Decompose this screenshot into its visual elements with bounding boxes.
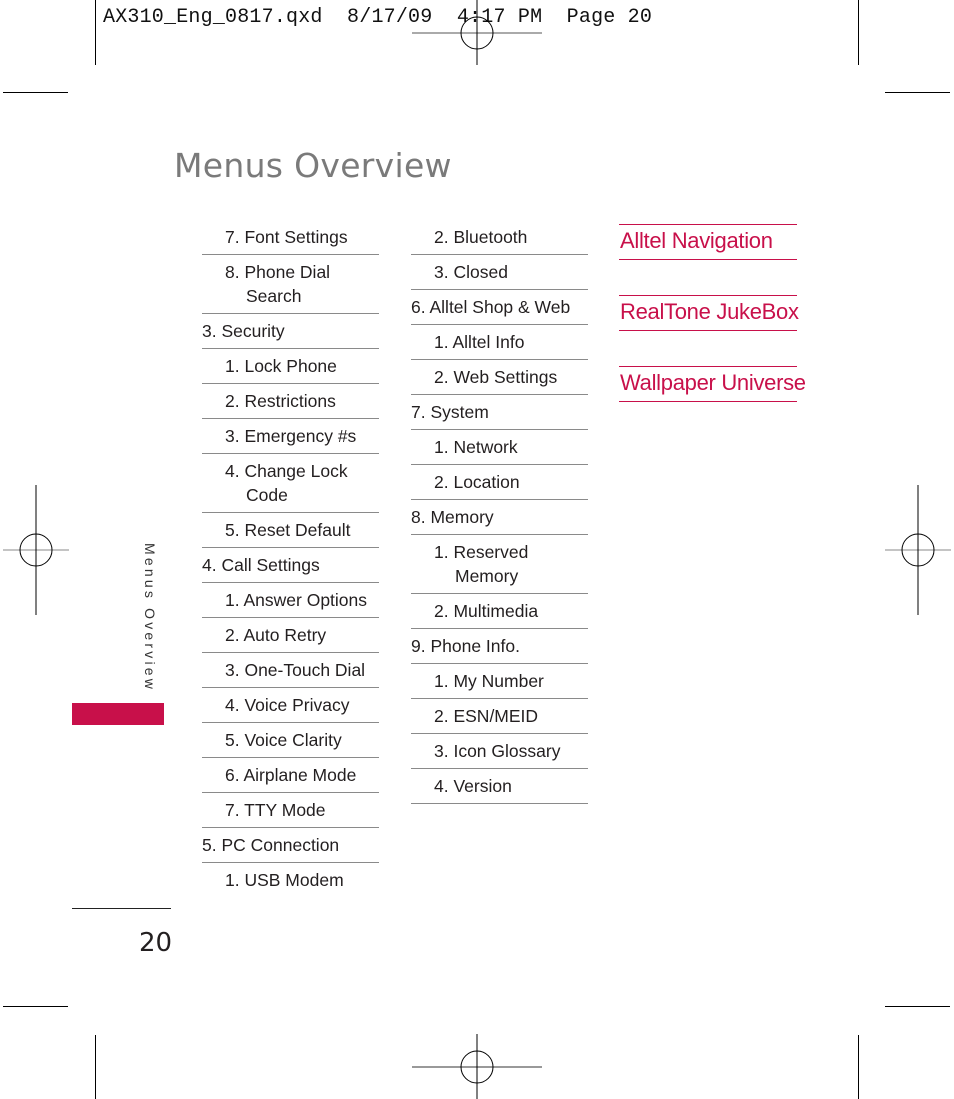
- menu-item-label: 5. Voice Clarity: [225, 730, 342, 750]
- menu-item-label: 2. Web Settings: [434, 367, 558, 387]
- crop-mark: [858, 1035, 859, 1099]
- menu-item: 2. Restrictions: [202, 384, 379, 419]
- printer-slug: AX310_Eng_0817.qxd 8/17/09 4:17 PM Page …: [103, 6, 653, 29]
- menu-item-label-continued: Memory: [455, 566, 519, 586]
- menu-item: 1. Network: [411, 430, 588, 465]
- menu-item: 2. Auto Retry: [202, 618, 379, 653]
- registration-mark-left: [3, 485, 69, 615]
- menu-item: 6. Alltel Shop & Web: [411, 290, 588, 325]
- menu-item: 3. One-Touch Dial: [202, 653, 379, 688]
- menu-item-label: 4. Change Lock: [225, 461, 348, 481]
- menu-item: 2. Web Settings: [411, 360, 588, 395]
- menu-item: 9. Phone Info.: [411, 629, 588, 664]
- menu-item: 3. Icon Glossary: [411, 734, 588, 769]
- menu-item-label: 1. Alltel Info: [434, 332, 525, 352]
- registration-mark-right: [885, 485, 951, 615]
- menu-item-label: 6. Airplane Mode: [225, 765, 357, 785]
- menu-item-label: 5. PC Connection: [202, 835, 340, 855]
- page-title: Menus Overview: [174, 146, 452, 185]
- footer-rule: [72, 908, 171, 909]
- menu-item-label: 4. Voice Privacy: [225, 695, 350, 715]
- menu-item-label: 8. Phone Dial: [225, 262, 331, 282]
- registration-mark-bottom: [412, 1034, 542, 1099]
- menu-item: 4. Version: [411, 769, 588, 804]
- menu-item-label: 5. Reset Default: [225, 520, 351, 540]
- menu-item: 2. Location: [411, 465, 588, 500]
- menu-item-label: 8. Memory: [411, 507, 494, 527]
- menu-item-label: 1. Network: [434, 437, 518, 457]
- menu-item: 3. Security: [202, 314, 379, 349]
- menu-item: 1. My Number: [411, 664, 588, 699]
- menu-item: 8. Memory: [411, 500, 588, 535]
- crop-mark: [95, 1035, 96, 1099]
- menu-item: 4. Call Settings: [202, 548, 379, 583]
- menu-item: 1. USB Modem: [202, 863, 379, 897]
- menu-item-label: 1. Lock Phone: [225, 356, 337, 376]
- menu-item-label: 2. Auto Retry: [225, 625, 327, 645]
- menu-item: 4. Voice Privacy: [202, 688, 379, 723]
- menu-item: 1. Answer Options: [202, 583, 379, 618]
- menu-item: 1. Lock Phone: [202, 349, 379, 384]
- menu-item-label: 2. Multimedia: [434, 601, 539, 621]
- menu-item-label: 2. Bluetooth: [434, 227, 528, 247]
- app-alltel-navigation: Alltel Navigation: [619, 224, 797, 260]
- menu-item-label: 6. Alltel Shop & Web: [411, 297, 571, 317]
- menu-item: 7. TTY Mode: [202, 793, 379, 828]
- menu-item: 1. Alltel Info: [411, 325, 588, 360]
- menu-item-label: 1. USB Modem: [225, 870, 344, 890]
- menu-item: 5. PC Connection: [202, 828, 379, 863]
- page-number: 20: [139, 928, 173, 958]
- menu-item: 6. Airplane Mode: [202, 758, 379, 793]
- menu-item-label: 3. Icon Glossary: [434, 741, 561, 761]
- menu-item-label: 7. TTY Mode: [225, 800, 326, 820]
- menu-item-label: 7. Font Settings: [225, 227, 348, 247]
- menu-item: 2. Bluetooth: [411, 220, 588, 255]
- menu-item-label: 3. Security: [202, 321, 285, 341]
- menu-item-label: 2. ESN/MEID: [434, 706, 539, 726]
- crop-mark: [885, 92, 950, 93]
- menu-item-label: 3. One-Touch Dial: [225, 660, 366, 680]
- menu-item: 2. ESN/MEID: [411, 699, 588, 734]
- menu-item-label: 2. Location: [434, 472, 520, 492]
- menu-item: 4. Change Lock Code: [202, 454, 379, 513]
- menu-item: 7. System: [411, 395, 588, 430]
- menu-item-label: 1. My Number: [434, 671, 544, 691]
- app-wallpaper-universe: Wallpaper Universe: [619, 366, 806, 402]
- crop-mark: [95, 0, 96, 65]
- apps-list: Alltel Navigation RealTone JukeBox Wallp…: [619, 224, 806, 437]
- crop-mark: [858, 0, 859, 65]
- menu-item-label-continued: Code: [246, 485, 288, 505]
- menu-item-label: 4. Version: [434, 776, 512, 796]
- registration-mark-top: [412, 0, 542, 65]
- crop-mark: [3, 92, 68, 93]
- section-tab-marker: [72, 703, 164, 725]
- menu-column-2: 2. Bluetooth 3. Closed 6. Alltel Shop & We…: [411, 220, 588, 804]
- menu-item-label: 4. Call Settings: [202, 555, 320, 575]
- menu-item-label-continued: Search: [246, 286, 302, 306]
- menu-item: 7. Font Settings: [202, 220, 379, 255]
- menu-item-label: 2. Restrictions: [225, 391, 336, 411]
- menu-column-1: 7. Font Settings 8. Phone Dial Search 3. Se…: [202, 220, 379, 897]
- menu-item: 5. Reset Default: [202, 513, 379, 548]
- menu-item-label: 1. Reserved: [434, 542, 529, 562]
- menu-item-label: 7. System: [411, 402, 489, 422]
- menu-item-label: 3. Closed: [434, 262, 508, 282]
- menu-item-label: 3. Emergency #s: [225, 426, 357, 446]
- section-side-label: Menus Overview: [142, 543, 158, 693]
- menu-item: 1. Reserved Memory: [411, 535, 588, 594]
- crop-mark: [885, 1006, 950, 1007]
- menu-item-label: 9. Phone Info.: [411, 636, 520, 656]
- crop-mark: [3, 1006, 68, 1007]
- menu-item: 5. Voice Clarity: [202, 723, 379, 758]
- menu-item-label: 1. Answer Options: [225, 590, 368, 610]
- app-realtone-jukebox: RealTone JukeBox: [619, 295, 799, 331]
- menu-item: 3. Closed: [411, 255, 588, 290]
- menu-item: 8. Phone Dial Search: [202, 255, 379, 314]
- menu-item: 3. Emergency #s: [202, 419, 379, 454]
- menu-item: 2. Multimedia: [411, 594, 588, 629]
